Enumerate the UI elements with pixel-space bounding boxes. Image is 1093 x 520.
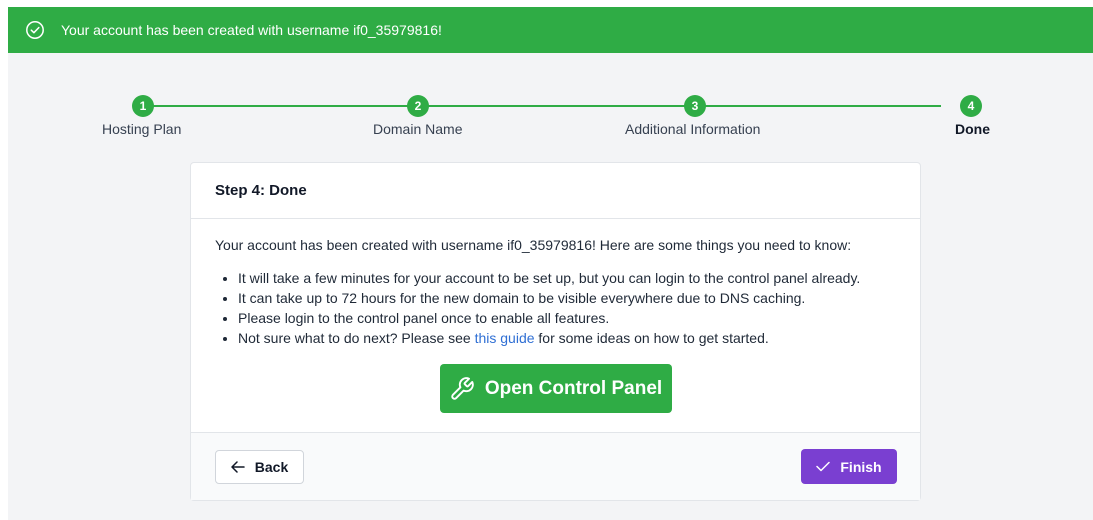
list-item: Please login to the control panel once t… — [238, 308, 896, 328]
step-card: Step 4: Done Your account has been creat… — [190, 162, 921, 501]
open-control-panel-button[interactable]: Open Control Panel — [439, 364, 672, 413]
control-panel-wrap: Open Control Panel — [215, 364, 896, 413]
page-background: Your account has been created with usern… — [8, 7, 1093, 520]
guide-text-before: Not sure what to do next? Please see — [238, 330, 475, 346]
card-footer: Back Finish — [191, 432, 920, 500]
finish-button[interactable]: Finish — [801, 449, 897, 484]
back-label: Back — [254, 459, 289, 475]
back-button[interactable]: Back — [215, 450, 304, 484]
step-1-dot: 1 — [132, 95, 154, 117]
step-2-label: Domain Name — [373, 121, 463, 137]
guide-text-after: for some ideas on how to get started. — [534, 330, 769, 346]
step-3-dot: 3 — [684, 95, 706, 117]
list-item: It will take a few minutes for your acco… — [238, 268, 896, 288]
card-body: Your account has been created with usern… — [191, 219, 920, 413]
card-title: Step 4: Done — [191, 163, 920, 219]
step-1-label: Hosting Plan — [102, 121, 182, 137]
intro-text: Your account has been created with usern… — [215, 237, 852, 253]
progress-stepper: 1 2 3 4 Hosting Plan Domain Name Additio… — [8, 7, 1093, 157]
list-item: Not sure what to do next? Please see thi… — [238, 328, 896, 348]
step-4-label: Done — [955, 121, 990, 137]
this-guide-link[interactable]: this guide — [475, 330, 535, 346]
list-item: It can take up to 72 hours for the new d… — [238, 288, 896, 308]
open-control-panel-label: Open Control Panel — [484, 377, 663, 399]
step-connector — [141, 105, 941, 107]
info-list: It will take a few minutes for your acco… — [215, 268, 896, 348]
finish-label: Finish — [840, 458, 882, 475]
arrow-left-icon — [231, 461, 245, 473]
step-4-dot: 4 — [960, 95, 982, 117]
checkmark-icon — [816, 461, 831, 472]
step-3-label: Additional Information — [625, 121, 761, 137]
step-2-dot: 2 — [407, 95, 429, 117]
wrench-icon — [449, 376, 475, 402]
